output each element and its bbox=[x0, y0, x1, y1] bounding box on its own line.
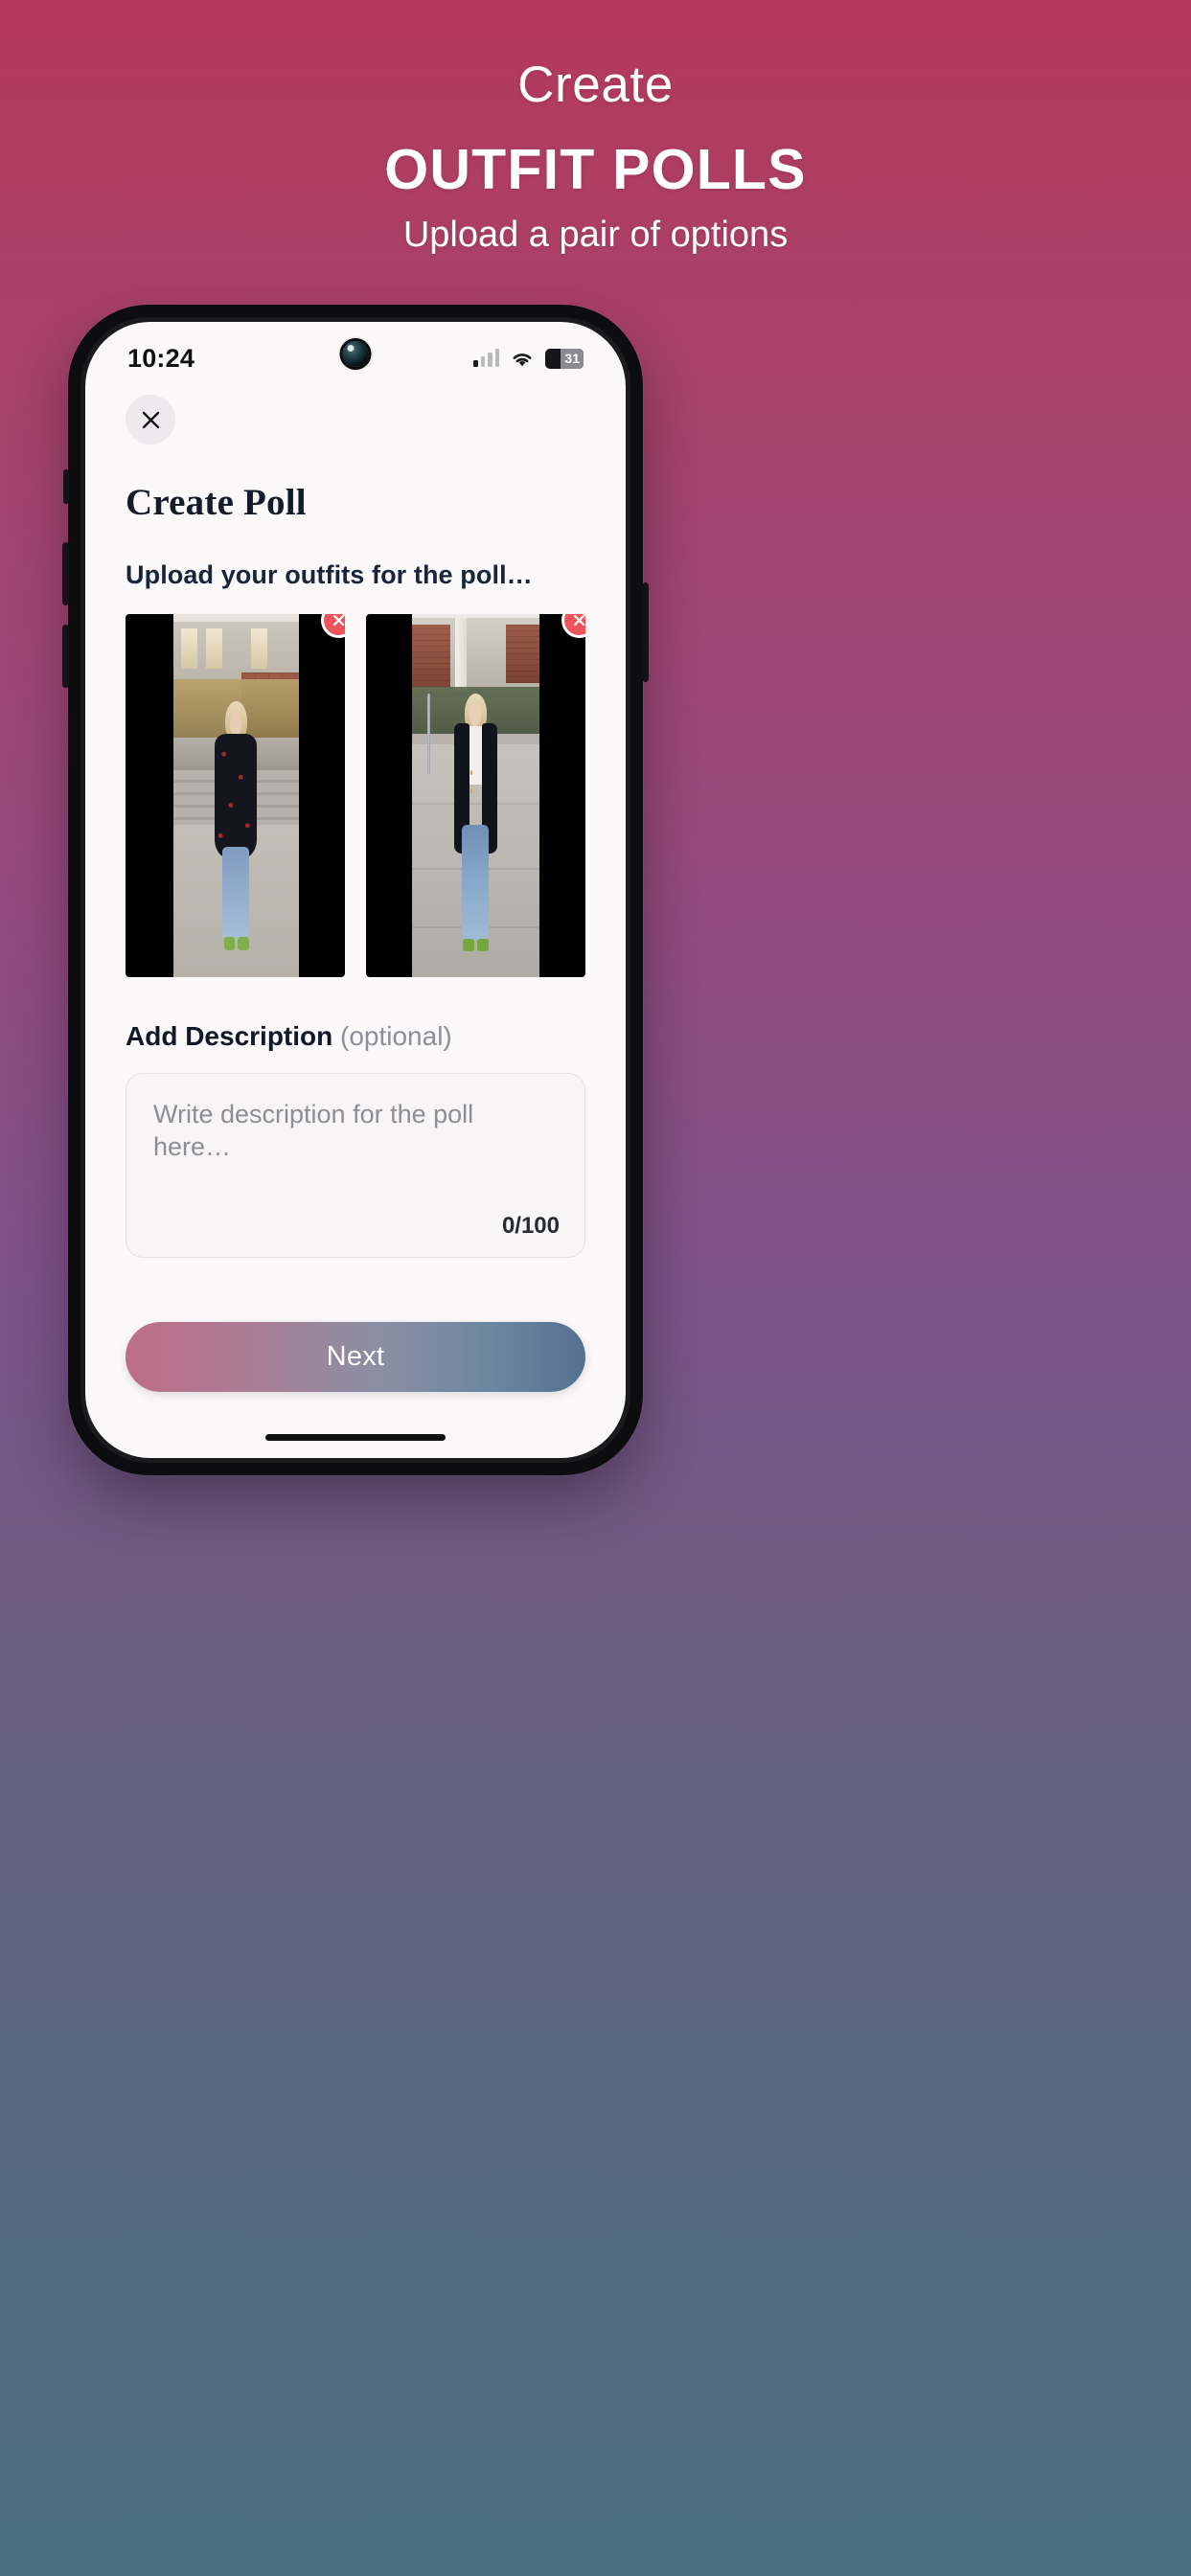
close-icon bbox=[142, 411, 159, 428]
promo-title: OUTFIT POLLS bbox=[384, 138, 807, 201]
next-button[interactable]: Next bbox=[126, 1322, 585, 1392]
character-counter: 0/100 bbox=[501, 1213, 560, 1239]
promo-subtitle: Upload a pair of options bbox=[402, 214, 789, 255]
home-indicator[interactable] bbox=[265, 1434, 446, 1441]
status-time: 10:24 bbox=[127, 343, 195, 373]
battery-icon: 31 bbox=[545, 348, 584, 369]
next-button-label: Next bbox=[326, 1341, 385, 1372]
page-title: Create Poll bbox=[126, 482, 307, 523]
remove-outfit-1-button[interactable] bbox=[321, 614, 345, 638]
description-label: Add Description (optional) bbox=[126, 1021, 585, 1052]
remove-outfit-2-button[interactable] bbox=[561, 614, 585, 638]
wifi-icon bbox=[510, 350, 535, 368]
phone-screen: 10:24 31 Create Poll Upload your outfits… bbox=[85, 322, 626, 1458]
promo-eyebrow: Create bbox=[517, 57, 674, 113]
description-placeholder: Write description for the poll here… bbox=[153, 1100, 474, 1161]
phone-bezel: 10:24 31 Create Poll Upload your outfits… bbox=[80, 317, 630, 1463]
remove-icon bbox=[332, 614, 345, 627]
description-label-main: Add Description bbox=[126, 1021, 333, 1051]
app-content: Create Poll Upload your outfits for the … bbox=[85, 381, 626, 1392]
promo-header: Create OUTFIT POLLS Upload a pair of opt… bbox=[0, 59, 1191, 256]
outfit-photo-1 bbox=[173, 614, 299, 977]
volume-up-button[interactable] bbox=[62, 542, 69, 605]
remove-icon bbox=[573, 614, 585, 627]
description-input[interactable]: Write description for the poll here… 0/1… bbox=[126, 1073, 585, 1258]
outfit-option-2[interactable] bbox=[366, 614, 585, 977]
outfit-option-1[interactable] bbox=[126, 614, 345, 977]
status-indicators: 31 bbox=[473, 348, 584, 369]
upload-section-label: Upload your outfits for the poll… bbox=[126, 560, 533, 589]
status-bar: 10:24 31 bbox=[85, 322, 626, 381]
front-camera-punchhole bbox=[342, 341, 369, 367]
outfit-image-row bbox=[126, 614, 585, 977]
battery-level: 31 bbox=[564, 351, 580, 366]
phone-mockup: 10:24 31 Create Poll Upload your outfits… bbox=[62, 305, 649, 1475]
power-button[interactable] bbox=[642, 582, 649, 682]
close-button[interactable] bbox=[126, 395, 175, 445]
silent-switch[interactable] bbox=[63, 469, 69, 504]
volume-down-button[interactable] bbox=[62, 625, 69, 688]
description-label-optional: (optional) bbox=[340, 1021, 452, 1051]
cellular-signal-icon bbox=[473, 349, 499, 367]
outfit-photo-2 bbox=[412, 614, 539, 977]
